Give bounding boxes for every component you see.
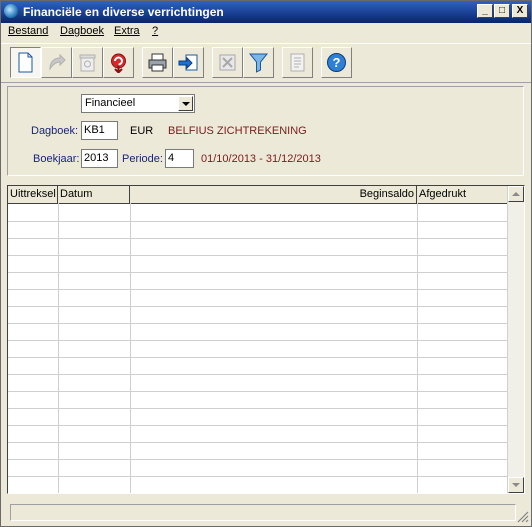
grid-column-line: [130, 203, 131, 493]
scroll-down-button[interactable]: [508, 477, 524, 493]
statements-grid[interactable]: Uittreksel Datum Beginsaldo Afgedrukt: [7, 185, 525, 494]
boekjaar-field[interactable]: 2013: [81, 149, 118, 168]
export-icon: [178, 54, 198, 71]
grid-column-line: [417, 203, 418, 493]
help-button[interactable]: ?: [321, 47, 352, 78]
print-button[interactable]: [142, 47, 173, 78]
export-button[interactable]: [173, 47, 204, 78]
menu-help[interactable]: ?: [152, 25, 158, 37]
grid-row-line: [8, 442, 508, 443]
svg-text:?: ?: [333, 55, 341, 70]
grid-row-line: [8, 255, 508, 256]
status-pane: [10, 504, 516, 521]
grid-row-line: [8, 391, 508, 392]
dagboek-label: Dagboek:: [31, 125, 79, 137]
printer-icon: [148, 53, 167, 72]
period-range: 01/10/2013 - 31/12/2013: [201, 153, 321, 165]
grid-row-line: [8, 340, 508, 341]
column-datum[interactable]: Datum: [58, 186, 130, 203]
undo-red-icon: [111, 53, 126, 73]
dagboek-field[interactable]: KB1: [81, 121, 118, 140]
redo-button[interactable]: [41, 47, 72, 78]
grid-row-line: [8, 374, 508, 375]
app-icon: [4, 4, 18, 18]
grid-row-line: [8, 476, 508, 477]
currency-label: EUR: [130, 125, 154, 137]
type-select-value: Financieel: [85, 97, 136, 109]
window-title: Financiële en diverse verrichtingen: [23, 5, 224, 19]
new-button[interactable]: [10, 47, 41, 78]
main-window: Financiële en diverse verrichtingen _ □ …: [0, 0, 532, 527]
menu-bestand[interactable]: Bestand: [8, 25, 48, 37]
excel-button[interactable]: [212, 47, 243, 78]
boekjaar-label: Boekjaar:: [33, 153, 80, 165]
vertical-scrollbar[interactable]: [507, 186, 524, 493]
grid-row-line: [8, 323, 508, 324]
undo-button[interactable]: [103, 47, 134, 78]
help-icon: ?: [327, 53, 346, 72]
resize-grip-icon[interactable]: [516, 510, 529, 523]
minimize-button[interactable]: _: [477, 4, 493, 18]
grid-row-line: [8, 221, 508, 222]
grid-row-line: [8, 289, 508, 290]
grid-row-line: [8, 306, 508, 307]
filter-icon: [248, 53, 269, 73]
status-bar: [1, 501, 531, 525]
document-list-icon: [290, 53, 305, 72]
bank-name: BELFIUS ZICHTREKENING: [168, 125, 307, 137]
toolbar: ?: [1, 43, 531, 83]
menu-dagboek[interactable]: Dagboek: [60, 25, 104, 37]
redo-arrow-icon: [49, 53, 66, 71]
recycle-button[interactable]: [72, 47, 103, 78]
grid-row-line: [8, 357, 508, 358]
menu-bar: Bestand Dagboek Extra ?: [1, 23, 531, 41]
grid-column-line: [58, 203, 59, 493]
excel-icon: [219, 54, 236, 71]
grid-row-line: [8, 459, 508, 460]
scroll-up-button[interactable]: [508, 186, 524, 202]
recycle-icon: [79, 54, 96, 72]
periode-label: Periode:: [122, 153, 163, 165]
new-document-icon: [18, 52, 33, 73]
filter-button[interactable]: [243, 47, 274, 78]
grid-row-line: [8, 238, 508, 239]
grid-row-line: [8, 408, 508, 409]
grid-row-line: [8, 272, 508, 273]
document-list-button[interactable]: [282, 47, 313, 78]
menu-extra[interactable]: Extra: [114, 25, 140, 37]
type-select[interactable]: Financieel: [81, 94, 195, 113]
close-button[interactable]: X: [512, 4, 528, 18]
column-beginsaldo[interactable]: Beginsaldo: [130, 186, 417, 203]
grid-header: Uittreksel Datum Beginsaldo Afgedrukt: [8, 186, 508, 204]
column-afgedrukt[interactable]: Afgedrukt: [417, 186, 508, 203]
title-bar: Financiële en diverse verrichtingen _ □ …: [1, 1, 531, 23]
grid-row-line: [8, 425, 508, 426]
maximize-button[interactable]: □: [494, 4, 510, 18]
chevron-down-icon[interactable]: [178, 96, 193, 111]
column-uittreksel[interactable]: Uittreksel: [8, 186, 58, 203]
periode-field[interactable]: 4: [165, 149, 194, 168]
filter-panel: Financieel Dagboek: KB1 EUR BELFIUS ZICH…: [7, 86, 524, 176]
